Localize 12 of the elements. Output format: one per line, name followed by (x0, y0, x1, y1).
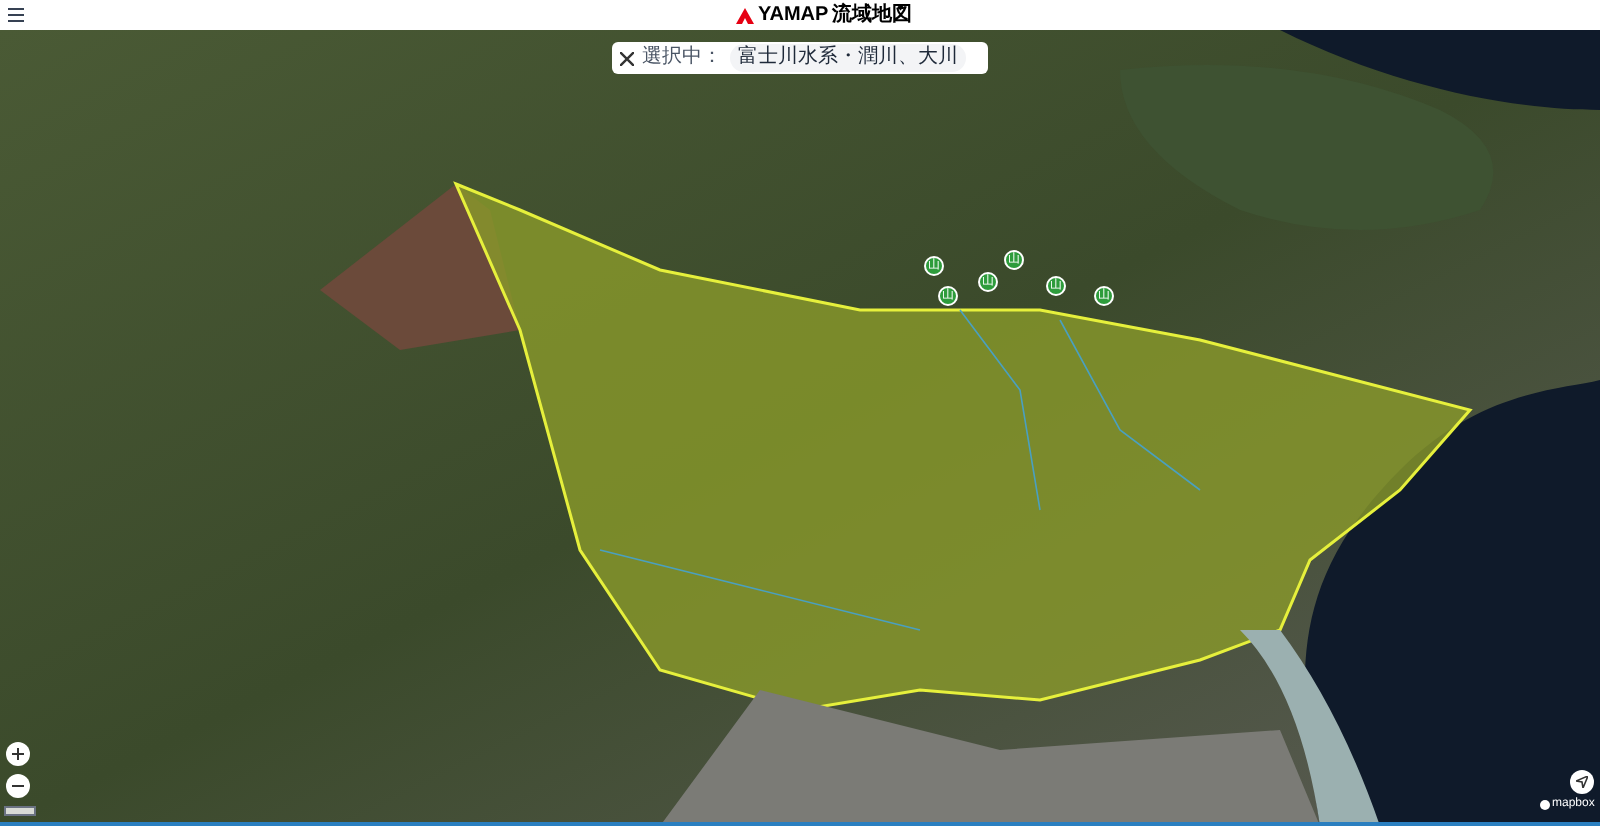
logo-text: YAMAP (758, 5, 829, 25)
close-icon[interactable] (620, 51, 634, 65)
minus-icon (12, 780, 24, 792)
app-title: 流域地図 (832, 5, 913, 25)
menu-icon[interactable] (8, 8, 24, 22)
selection-chip[interactable]: 富士川水系・潤川、大川 (730, 44, 966, 72)
navigation-arrow-icon (1576, 776, 1588, 788)
mountain-logo-icon (736, 7, 754, 23)
selection-label: 選択中： (642, 48, 722, 68)
plus-icon (12, 748, 24, 760)
scale-bar (4, 806, 36, 816)
mapbox-logo-icon (1540, 799, 1550, 809)
